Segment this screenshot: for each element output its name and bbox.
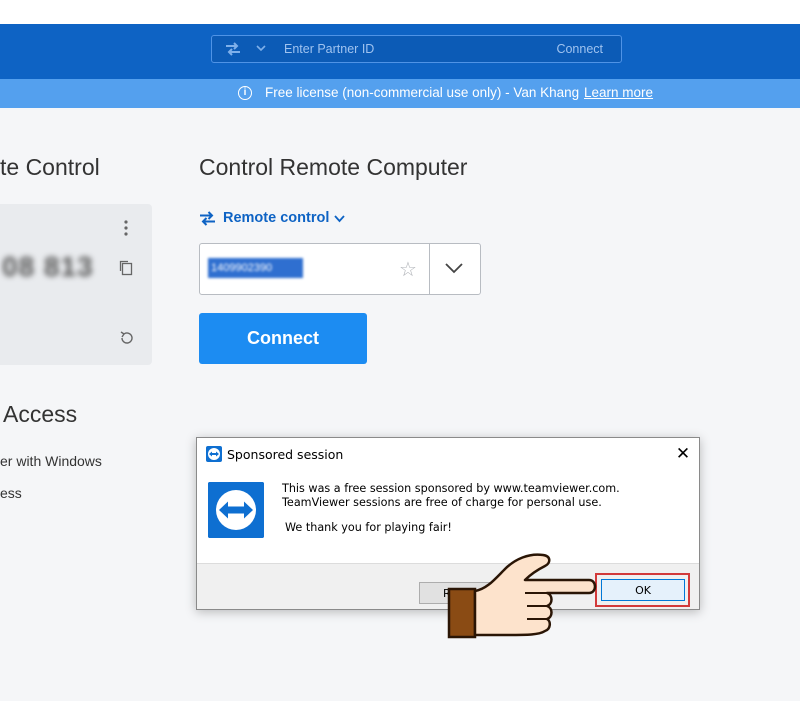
your-id-card: 08 813 (0, 204, 152, 365)
partner-id-field[interactable]: 1409902390 ☆ (199, 243, 481, 295)
pointing-hand-icon (447, 553, 597, 639)
close-icon[interactable]: ✕ (673, 444, 693, 464)
mode-label: Remote control (223, 210, 330, 226)
license-banner: i Free license (non-commercial use only)… (0, 79, 800, 108)
swap-arrows-icon[interactable] (224, 41, 242, 57)
copy-icon[interactable] (118, 259, 134, 277)
app-header: Enter Partner ID Connect (0, 24, 800, 79)
start-with-windows-option[interactable]: er with Windows (0, 453, 102, 469)
dialog-message-line: This was a free session sponsored by www… (282, 482, 620, 495)
control-remote-title: Control Remote Computer (199, 154, 468, 180)
dialog-message-line: TeamViewer sessions are free of charge f… (282, 496, 602, 509)
chevron-down-icon (334, 215, 345, 223)
your-id-value: 08 813 (2, 251, 94, 282)
info-icon: i (238, 86, 252, 100)
connect-button[interactable]: Connect (199, 313, 367, 364)
easy-access-option[interactable]: ess (0, 485, 22, 501)
chevron-down-icon[interactable] (256, 45, 266, 52)
license-text: Free license (non-commercial use only) -… (265, 85, 580, 100)
partner-id-bar[interactable]: Enter Partner ID Connect (211, 35, 622, 63)
top-strip (0, 0, 800, 24)
star-icon[interactable]: ☆ (399, 257, 417, 282)
dialog-title: Sponsored session (227, 447, 344, 462)
header-connect-button[interactable]: Connect (556, 42, 603, 56)
learn-more-link[interactable]: Learn more (584, 85, 653, 100)
field-divider (429, 244, 430, 294)
allow-remote-control-title: te Control (0, 154, 100, 180)
more-vertical-icon[interactable] (118, 218, 134, 238)
partner-id-value[interactable]: 1409902390 (208, 258, 303, 278)
refresh-icon[interactable] (118, 329, 136, 347)
teamviewer-logo-icon (206, 446, 222, 462)
teamviewer-logo-icon (208, 482, 264, 538)
unattended-access-title: Access (3, 401, 78, 427)
chevron-down-icon[interactable] (445, 263, 463, 274)
ok-button[interactable]: OK (601, 579, 685, 601)
partner-id-input[interactable]: Enter Partner ID (284, 42, 374, 56)
dialog-thanks-line: We thank you for playing fair! (285, 521, 452, 534)
swap-arrows-icon (200, 211, 215, 226)
